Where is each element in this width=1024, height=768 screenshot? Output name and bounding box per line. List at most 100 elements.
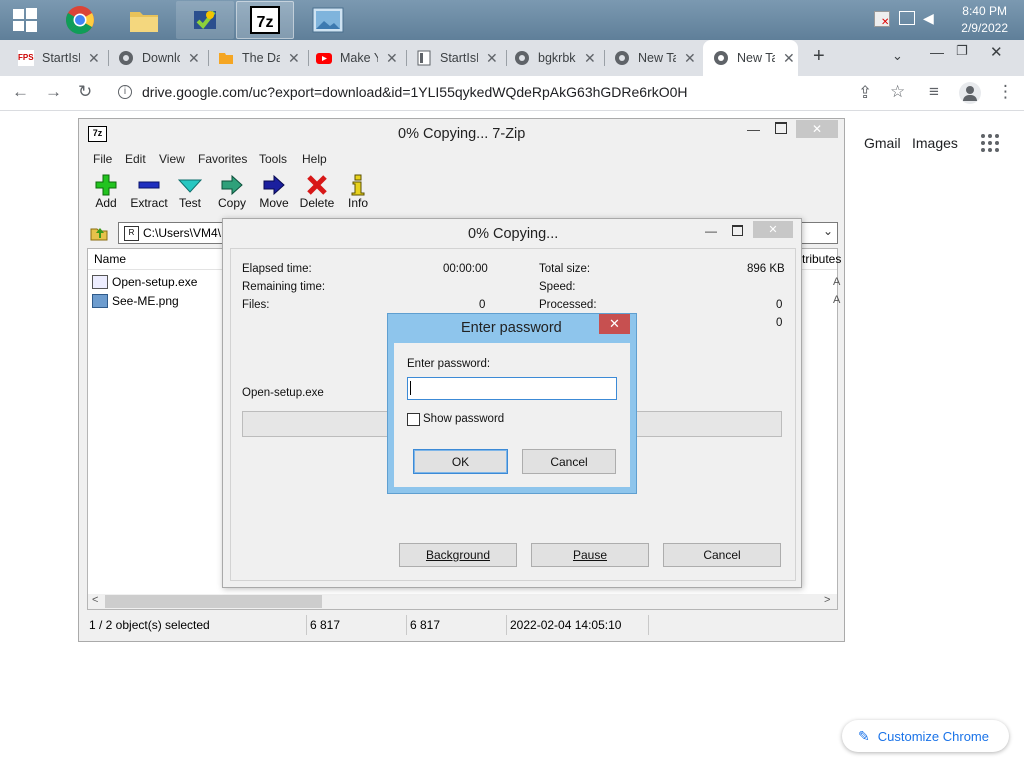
bookmark-star-icon[interactable]: ☆ xyxy=(890,82,905,102)
copy-minimize-icon[interactable]: — xyxy=(705,224,717,238)
taskbar-explorer[interactable] xyxy=(116,1,172,39)
column-header-attributes[interactable]: tributes xyxy=(802,252,841,266)
share-icon[interactable]: ⇪ xyxy=(858,83,872,103)
tab-youtube[interactable]: Make Your ✕ xyxy=(316,44,402,72)
menu-edit[interactable]: Edit xyxy=(125,152,146,166)
path-dropdown-chevron-icon[interactable]: ⌄ xyxy=(823,224,833,238)
extract-button[interactable]: Extract xyxy=(127,174,171,210)
7zip-minimize-icon[interactable]: — xyxy=(747,122,760,137)
apps-grid-icon[interactable] xyxy=(980,133,1000,153)
copy-cancel-button[interactable]: Cancel xyxy=(663,543,781,567)
tab-new-tab-active[interactable]: New Tab ✕ xyxy=(703,40,798,76)
status-modified: 2022-02-04 14:05:10 xyxy=(510,618,622,632)
taskbar-chrome[interactable] xyxy=(54,1,106,39)
new-tab-plus-icon[interactable]: + xyxy=(813,45,825,68)
copying-dialog-title: 0% Copying... xyxy=(468,226,559,242)
ok-button[interactable]: OK xyxy=(413,449,508,474)
pause-button[interactable]: Pause xyxy=(531,543,649,567)
window-restore-icon[interactable]: ❐ xyxy=(956,43,968,59)
column-header-name[interactable]: Name xyxy=(94,252,126,266)
file-name: See-ME.png xyxy=(112,293,179,308)
tab-new-tab-1[interactable]: New Tab ✕ xyxy=(614,44,700,72)
7zip-maximize-icon[interactable] xyxy=(775,122,787,134)
tab-startisback-1[interactable]: FPS StartIsBack ✕ xyxy=(18,44,104,72)
tab-close-icon[interactable]: ✕ xyxy=(288,50,300,67)
network-icon[interactable] xyxy=(899,11,915,25)
taskbar-app[interactable] xyxy=(176,1,234,39)
show-password-label[interactable]: Show password xyxy=(423,413,504,425)
move-arrow-icon xyxy=(263,174,285,196)
menu-tools[interactable]: Tools xyxy=(259,152,287,166)
images-link[interactable]: Images xyxy=(912,135,958,151)
copy-button[interactable]: Copy xyxy=(210,174,254,210)
menu-favorites[interactable]: Favorites xyxy=(198,152,247,166)
reload-icon[interactable]: ↻ xyxy=(78,82,92,102)
customize-chrome-button[interactable]: ✎ Customize Chrome xyxy=(842,720,1009,752)
menu-help[interactable]: Help xyxy=(302,152,327,166)
gmail-link[interactable]: Gmail xyxy=(864,135,901,151)
tab-the-daily[interactable]: The Daily ✕ xyxy=(218,44,304,72)
up-folder-icon[interactable] xyxy=(90,225,108,241)
password-prompt-label: Enter password: xyxy=(407,358,491,370)
back-arrow-icon[interactable]: ← xyxy=(12,82,29,102)
delete-button[interactable]: Delete xyxy=(295,174,339,210)
start-button[interactable] xyxy=(0,1,50,39)
plus-icon xyxy=(95,174,117,196)
tab-close-icon[interactable]: ✕ xyxy=(386,50,398,67)
site-info-icon[interactable]: i xyxy=(118,85,132,99)
tab-download[interactable]: Download ✕ xyxy=(118,44,204,72)
copy-maximize-icon[interactable] xyxy=(732,225,743,236)
add-button[interactable]: Add xyxy=(84,174,128,210)
globe-icon xyxy=(119,51,133,65)
tab-close-icon[interactable]: ✕ xyxy=(88,50,100,67)
menu-file[interactable]: File xyxy=(93,152,112,166)
copy-close-icon[interactable]: ✕ xyxy=(753,221,793,238)
delete-label: Delete xyxy=(299,196,335,210)
image-file-icon xyxy=(92,293,108,308)
7zip-close-icon[interactable]: ✕ xyxy=(796,120,838,138)
scrollbar-thumb[interactable] xyxy=(105,595,322,608)
tab-title: bgkrbk xyxy=(538,51,576,65)
menu-view[interactable]: View xyxy=(159,152,185,166)
tab-bgkrbk[interactable]: bgkrbk ✕ xyxy=(514,44,600,72)
tab-close-icon[interactable]: ✕ xyxy=(783,50,795,67)
attribute-value: A xyxy=(833,294,841,306)
tab-title: New Tab xyxy=(638,51,676,65)
taskbar-photos[interactable] xyxy=(298,1,358,39)
password-close-icon[interactable]: ✕ xyxy=(599,314,630,334)
scroll-right-icon[interactable]: > xyxy=(824,594,830,606)
password-cancel-button[interactable]: Cancel xyxy=(522,449,616,474)
list-item[interactable]: Open-setup.exe xyxy=(92,273,197,290)
window-minimize-icon[interactable]: — xyxy=(930,44,944,60)
tab-close-icon[interactable]: ✕ xyxy=(684,50,696,67)
extract-label: Extract xyxy=(130,196,168,210)
taskbar-7zip[interactable]: 7z xyxy=(236,1,294,39)
clock[interactable]: 8:40 PM 2/9/2022 xyxy=(961,3,1008,37)
background-button[interactable]: Background xyxy=(399,543,517,567)
drive-icon: R xyxy=(124,226,139,241)
profile-avatar-icon[interactable] xyxy=(959,82,981,104)
move-button[interactable]: Move xyxy=(252,174,296,210)
show-password-checkbox[interactable] xyxy=(407,413,420,426)
reading-list-icon[interactable]: ≡ xyxy=(929,82,939,102)
info-button[interactable]: Info xyxy=(336,174,380,210)
password-input[interactable] xyxy=(407,377,617,400)
volume-icon[interactable]: ◀ xyxy=(923,10,934,27)
tab-close-icon[interactable]: ✕ xyxy=(188,50,200,67)
copy-label: Copy xyxy=(217,196,246,210)
tab-startisback-2[interactable]: StartIsBack ✕ xyxy=(416,44,502,72)
remaining-label: Remaining time: xyxy=(242,281,326,293)
tab-close-icon[interactable]: ✕ xyxy=(486,50,498,67)
tab-search-chevron-icon[interactable]: ⌄ xyxy=(892,48,903,64)
current-file-name: Open-setup.exe xyxy=(242,387,324,399)
window-close-icon[interactable]: ✕ xyxy=(990,43,1003,61)
processed-value: 0 xyxy=(776,299,783,311)
tab-close-icon[interactable]: ✕ xyxy=(584,50,596,67)
test-button[interactable]: Test xyxy=(168,174,212,210)
list-item[interactable]: See-ME.png xyxy=(92,292,179,309)
url-text[interactable]: drive.google.com/uc?export=download&id=1… xyxy=(142,84,688,100)
7zip-icon: 7z xyxy=(250,6,280,34)
forward-arrow-icon[interactable]: → xyxy=(45,82,62,102)
scroll-left-icon[interactable]: < xyxy=(92,594,98,606)
chrome-menu-icon[interactable]: ⋮ xyxy=(997,82,1014,102)
